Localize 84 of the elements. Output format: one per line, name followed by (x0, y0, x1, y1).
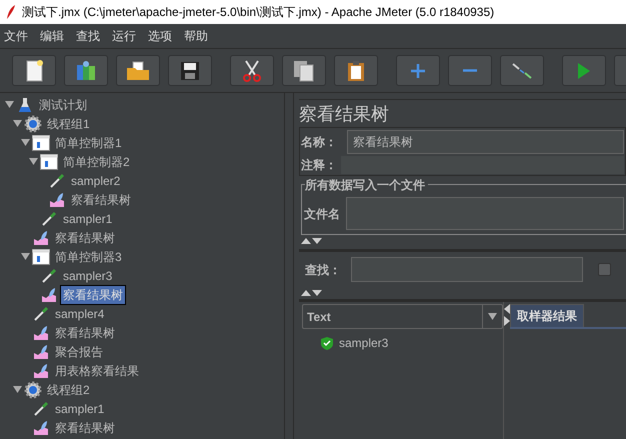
play-icon (577, 62, 591, 80)
chart-feather-icon (33, 324, 49, 340)
tree-item[interactable]: 测试计划 (36, 94, 90, 114)
scissors-icon (242, 60, 262, 82)
tree-toggle-icon[interactable] (13, 119, 22, 128)
plus-icon (410, 62, 426, 78)
toolbar-button[interactable] (230, 55, 274, 86)
gear-icon (24, 114, 42, 132)
tree-item[interactable]: sampler3 (60, 266, 116, 286)
folder-icon (126, 60, 150, 80)
tree-item[interactable]: sampler4 (52, 304, 108, 324)
tree-item[interactable]: 简单控制器2 (60, 152, 133, 172)
menu-item[interactable]: 选项 (148, 27, 172, 45)
clipboard-icon (347, 60, 365, 82)
toolbar-button[interactable] (168, 55, 212, 86)
chart-feather-icon (33, 420, 49, 436)
toolbar-button[interactable] (116, 55, 160, 86)
menu-item[interactable]: 文件 (4, 27, 28, 45)
chart-feather-icon (33, 344, 49, 360)
tree-item[interactable]: 线程组1 (44, 114, 93, 134)
name-label: 名称： (301, 134, 335, 150)
group-title: 所有数据写入一个文件 (305, 176, 428, 194)
tree-toggle-icon[interactable] (21, 138, 30, 147)
chart-feather-icon (41, 286, 57, 302)
chart-feather-icon (49, 192, 65, 208)
toolbar-button[interactable] (64, 55, 108, 86)
menu-item[interactable]: 运行 (112, 27, 136, 45)
search-label: 查找： (305, 262, 341, 278)
result-item[interactable]: sampler3 (339, 334, 388, 352)
toggle-wand-icon (511, 62, 533, 80)
pipette-icon (49, 172, 65, 188)
tree-item[interactable]: 察看结果树 (52, 322, 118, 342)
split-arrows-icon[interactable] (301, 289, 323, 297)
tree-item[interactable]: sampler2 (68, 170, 124, 190)
menu-item[interactable]: 查找 (76, 27, 100, 45)
tree-item[interactable]: sampler1 (60, 208, 116, 228)
renderer-dropdown[interactable]: Text (302, 304, 503, 329)
tree-item[interactable]: 简单控制器1 (52, 132, 125, 152)
tree-item[interactable]: 察看结果树 (52, 228, 118, 248)
file-label: 文件名 (304, 206, 340, 222)
tree-item[interactable]: 聚合报告 (52, 342, 106, 362)
window-icon (32, 248, 50, 264)
menu-item[interactable]: 帮助 (184, 27, 208, 45)
file-field[interactable] (346, 197, 624, 230)
window-icon (32, 134, 50, 150)
tree-toggle-icon[interactable] (29, 157, 38, 166)
tree-item[interactable]: sampler1 (52, 398, 108, 418)
name-field[interactable]: 察看结果树 (347, 130, 624, 154)
minus-icon (462, 69, 478, 72)
chart-feather-icon (33, 230, 49, 246)
toolbar-button[interactable] (282, 55, 326, 86)
tree-toggle-icon[interactable] (21, 252, 30, 261)
pipette-icon (33, 306, 49, 322)
window-icon (40, 154, 58, 170)
tree-item[interactable]: 察看结果树 (52, 418, 118, 438)
comment-label: 注释： (301, 157, 335, 174)
search-checkbox[interactable] (598, 263, 611, 276)
chart-feather-icon (33, 362, 49, 378)
dropdown-caret-icon (488, 313, 497, 320)
tree-item[interactable]: 简单控制器3 (52, 246, 125, 266)
search-field[interactable] (351, 257, 583, 282)
tab[interactable]: 取样器结果 (510, 304, 584, 327)
toolbar-button[interactable] (12, 55, 56, 86)
copy-pages-icon (293, 60, 315, 82)
blank-page-icon (25, 60, 43, 82)
pipette-icon (41, 268, 57, 284)
binders-icon (75, 60, 97, 82)
comment-field[interactable] (341, 156, 624, 174)
panel-title: 察看结果树 (299, 99, 626, 127)
tree-item[interactable]: 察看结果树 (68, 190, 134, 210)
tree-item[interactable]: 用表格察看结果 (52, 360, 142, 380)
tree-item[interactable]: 线程组2 (44, 380, 93, 400)
tree-toggle-icon[interactable] (5, 100, 14, 109)
feather-icon (6, 5, 16, 19)
tree-item[interactable]: 察看结果树 (60, 284, 126, 304)
toolbar-button[interactable] (334, 55, 378, 86)
tree-toggle-icon[interactable] (13, 385, 22, 394)
pipette-icon (41, 210, 57, 226)
flask-icon (18, 96, 32, 112)
pipette-icon (33, 400, 49, 416)
split-arrows-icon[interactable] (301, 237, 323, 245)
menu-item[interactable]: 编辑 (40, 27, 64, 45)
window-title: 测试下.jmx (C:\jmeter\apache-jmeter-5.0\bin\测试下.jmx) - Apache JMeter (5.0 r1840935) (22, 4, 494, 21)
gear-icon (24, 380, 42, 398)
